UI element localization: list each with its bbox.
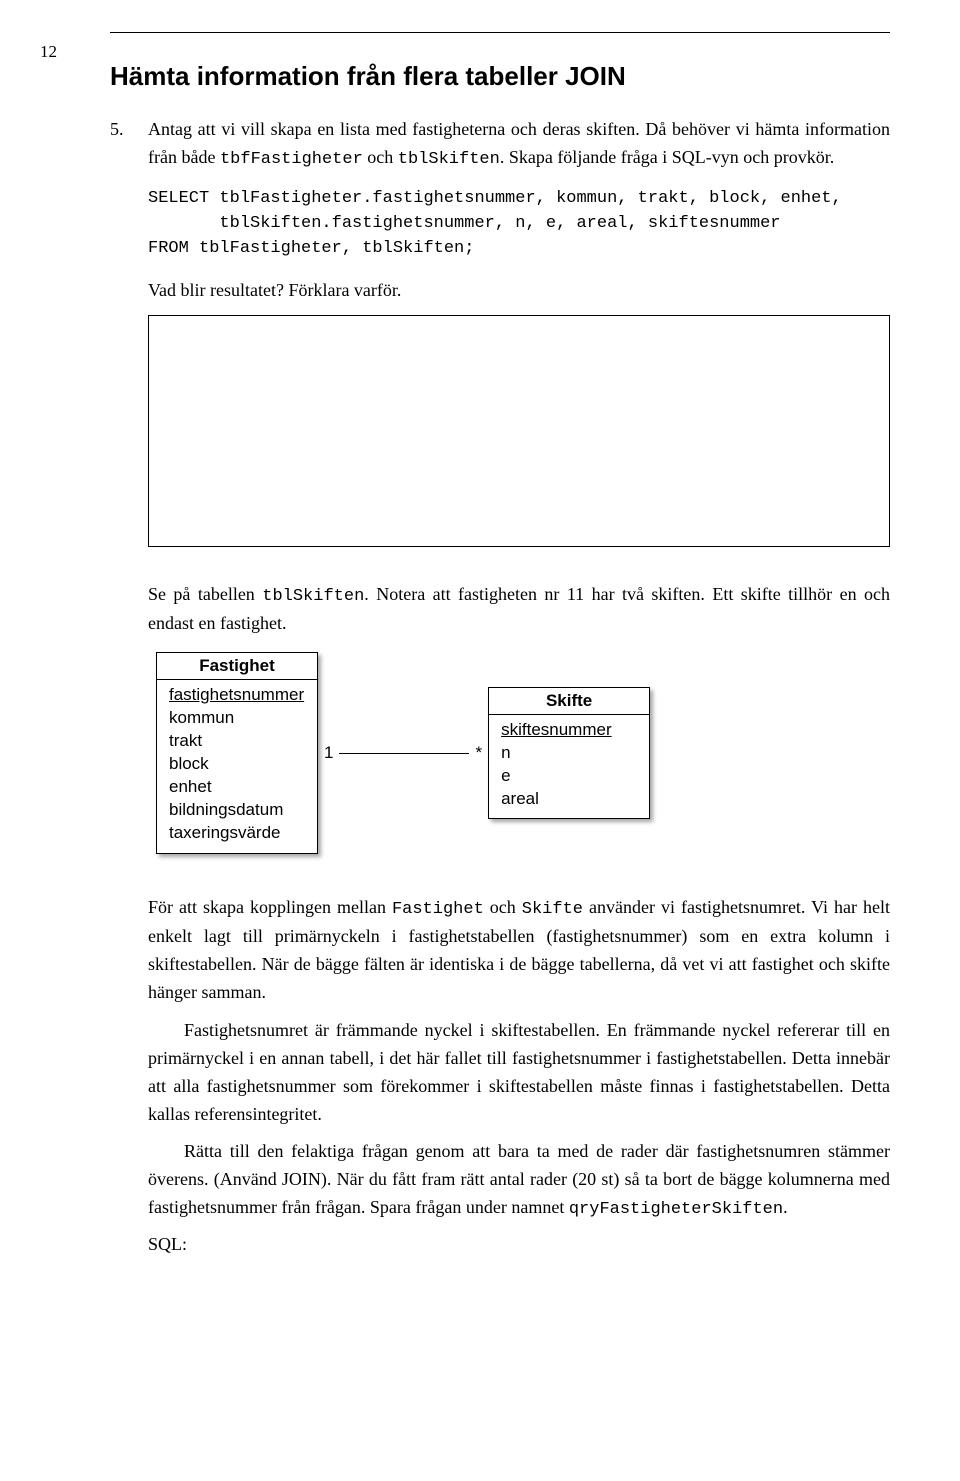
entity-attr: trakt <box>169 730 305 753</box>
top-rule <box>110 32 890 33</box>
code-inline: Skifte <box>522 900 583 919</box>
text: . Skapa följande fråga i SQL-vyn och pro… <box>500 147 834 167</box>
text: och <box>363 147 398 167</box>
entity-fastighet: Fastighet fastighetsnummer kommun trakt … <box>156 652 318 854</box>
item-number: 5. <box>110 116 138 1255</box>
sql-code-block: SELECT tblFastigheter.fastighetsnummer, … <box>148 187 890 261</box>
intro-paragraph: Antag att vi vill skapa en lista med fas… <box>148 116 890 173</box>
section-title: Hämta information från flera tabeller JO… <box>110 61 890 92</box>
er-diagram: Fastighet fastighetsnummer kommun trakt … <box>156 652 890 854</box>
entity-skifte: Skifte skiftesnummer n e areal <box>488 687 650 820</box>
text: och <box>484 897 522 917</box>
entity-attr: e <box>501 765 637 788</box>
entity-attr: areal <box>501 788 637 811</box>
entity-attr: enhet <box>169 776 305 799</box>
entity-attr: taxeringsvärde <box>169 822 305 845</box>
entity-body: fastighetsnummer kommun trakt block enhe… <box>157 680 317 853</box>
entity-attr-pk: fastighetsnummer <box>169 684 305 707</box>
entity-attr-pk: skiftesnummer <box>501 719 637 742</box>
text: . <box>783 1197 788 1217</box>
paragraph: Rätta till den felaktiga frågan genom at… <box>148 1138 890 1223</box>
entity-attr: bildningsdatum <box>169 799 305 822</box>
page-number: 12 <box>40 42 57 62</box>
cardinality-right: * <box>469 743 488 763</box>
answer-box[interactable] <box>148 315 890 547</box>
code-inline: Fastighet <box>392 900 484 919</box>
page: 12 Hämta information från flera tabeller… <box>0 32 960 1481</box>
relation-line <box>339 753 469 754</box>
paragraph: För att skapa kopplingen mellan Fastighe… <box>148 894 890 1007</box>
entity-title: Skifte <box>489 688 649 715</box>
code-inline: qryFastigheterSkiften <box>569 1200 783 1219</box>
relation-link: 1 * <box>318 743 488 763</box>
exercise-item: 5. Antag att vi vill skapa en lista med … <box>110 116 890 1255</box>
code-inline: tblSkiften <box>262 587 364 606</box>
paragraph: Se på tabellen tblSkiften. Notera att fa… <box>148 581 890 638</box>
code-inline: tbfFastigheter <box>220 150 363 169</box>
cardinality-left: 1 <box>318 743 339 763</box>
item-body: Antag att vi vill skapa en lista med fas… <box>148 116 890 1255</box>
text: För att skapa kopplingen mellan <box>148 897 392 917</box>
entity-attr: kommun <box>169 707 305 730</box>
text: Se på tabellen <box>148 584 262 604</box>
sql-label: SQL: <box>148 1234 890 1255</box>
entity-attr: block <box>169 753 305 776</box>
code-inline: tblSkiften <box>398 150 500 169</box>
entity-body: skiftesnummer n e areal <box>489 715 649 819</box>
entity-attr: n <box>501 742 637 765</box>
paragraph: Fastighetsnumret är främmande nyckel i s… <box>148 1017 890 1129</box>
entity-title: Fastighet <box>157 653 317 680</box>
question-text: Vad blir resultatet? Förklara varför. <box>148 277 890 305</box>
